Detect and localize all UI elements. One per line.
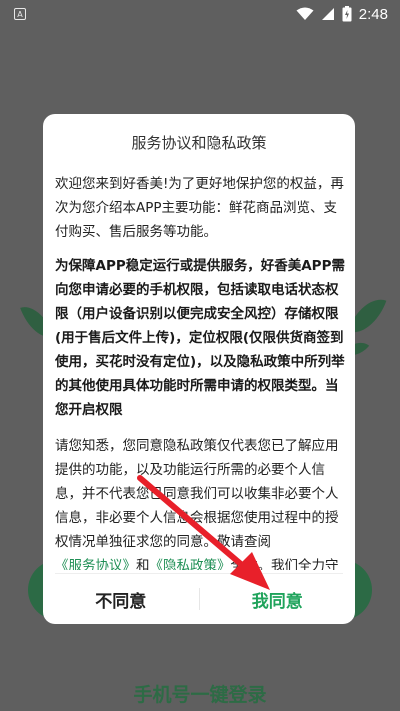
status-time: 2:48	[358, 5, 388, 23]
dialog-buttons: 不同意 我同意	[43, 576, 355, 622]
consent-text-and: 和	[136, 558, 150, 570]
service-agreement-link[interactable]: 《服务协议》	[55, 558, 136, 570]
consent-paragraph: 请您知悉，您同意隐私政策仅代表您已了解应用提供的功能，以及功能运行所需的必要个人…	[55, 434, 347, 570]
privacy-policy-link[interactable]: 《隐私政策》	[150, 558, 231, 570]
battery-icon	[342, 6, 352, 22]
notification-icon: A	[14, 8, 26, 20]
wifi-icon	[296, 7, 314, 20]
status-left: A	[14, 8, 26, 20]
status-right: 2:48	[296, 6, 388, 23]
permissions-paragraph: 为保障APP稳定运行或提供服务，好香美APP需向您申请必要的手机权限，包括读取电…	[55, 258, 345, 418]
intro-paragraph: 欢迎您来到好香美!为了更好地保护您的权益，再次为您介绍本APP主要功能：鲜花商品…	[55, 176, 344, 240]
dialog-body[interactable]: 欢迎您来到好香美!为了更好地保护您的权益，再次为您介绍本APP主要功能：鲜花商品…	[55, 172, 347, 570]
signal-icon	[321, 8, 334, 20]
agree-button[interactable]: 我同意	[200, 576, 356, 622]
dialog-title: 服务协议和隐私政策	[131, 134, 267, 152]
privacy-dialog: 服务协议和隐私政策 欢迎您来到好香美!为了更好地保护您的权益，再次为您介绍本AP…	[43, 114, 355, 624]
status-bar: A 2:48	[0, 0, 400, 28]
consent-text: 请您知悉，您同意隐私政策仅代表您已了解应用提供的功能，以及功能运行所需的必要个人…	[55, 438, 339, 550]
dialog-divider	[55, 573, 343, 574]
decline-button[interactable]: 不同意	[43, 576, 199, 622]
one-click-login-label: 手机号一键登录	[133, 684, 267, 706]
